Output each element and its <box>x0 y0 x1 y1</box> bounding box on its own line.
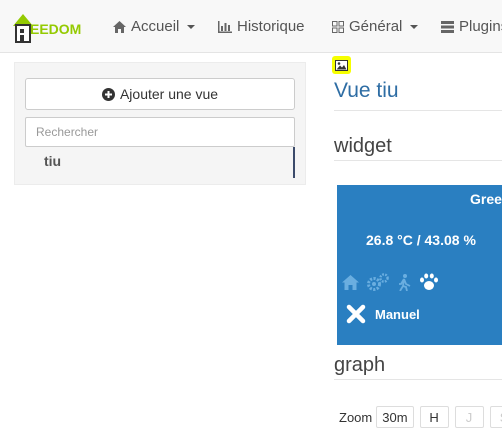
picture-icon[interactable] <box>332 56 351 74</box>
zoom-label: Zoom <box>339 409 373 425</box>
widget-card[interactable]: Gree 26.8 °C / 43.08 % Manuel <box>337 185 502 345</box>
home-icon[interactable] <box>342 274 359 290</box>
divider <box>334 160 502 161</box>
mode-icons <box>342 273 439 291</box>
zoom-day-button[interactable]: J <box>454 406 484 428</box>
view-list-item[interactable]: tiu <box>44 153 61 169</box>
views-sidebar: Ajouter une vue tiu <box>14 62 306 185</box>
bar-chart-icon <box>218 20 232 33</box>
plus-circle-icon <box>101 87 115 101</box>
widget-name: Gree <box>470 191 502 207</box>
grid-icon <box>332 20 344 33</box>
views-list: tiu <box>25 147 295 178</box>
add-view-button[interactable]: Ajouter une vue <box>25 78 295 110</box>
section-title-graph: graph <box>334 354 386 376</box>
search-input[interactable] <box>25 117 295 147</box>
home-icon <box>113 20 126 33</box>
jeedom-logo[interactable]: EEDOM <box>11 10 86 46</box>
widget-value: 26.8 °C / 43.08 % <box>366 232 476 248</box>
walking-person-icon[interactable] <box>397 273 412 291</box>
nav-general-label: Général <box>349 18 403 35</box>
close-icon[interactable] <box>346 304 366 324</box>
section-title-widget: widget <box>334 135 392 157</box>
divider <box>334 379 502 380</box>
nav-accueil[interactable]: Accueil <box>113 18 196 35</box>
zoom-bar: Zoom 30m H J S <box>339 406 502 428</box>
nav-general[interactable]: Général <box>332 18 419 35</box>
paw-icon[interactable] <box>419 273 439 291</box>
add-view-label: Ajouter une vue <box>119 86 219 102</box>
mode-label: Manuel <box>375 306 420 322</box>
nav-plugins-label: Plugins <box>459 18 502 35</box>
zoom-hour-button[interactable]: H <box>419 406 449 428</box>
divider <box>334 110 502 111</box>
zoom-30m-button[interactable]: 30m <box>376 406 414 428</box>
nav-historique[interactable]: Historique <box>218 18 305 35</box>
zoom-week-button[interactable]: S <box>489 406 502 428</box>
cogs-icon[interactable] <box>366 273 390 291</box>
list-icon <box>441 20 454 33</box>
logo-text: EEDOM <box>30 21 82 37</box>
page-title: Vue tiu <box>334 79 399 102</box>
mode-status: Manuel <box>346 304 420 324</box>
nav-historique-label: Historique <box>237 18 305 35</box>
chevron-down-icon <box>187 24 196 29</box>
nav-accueil-label: Accueil <box>131 18 180 35</box>
chevron-down-icon <box>410 24 419 29</box>
nav-plugins[interactable]: Plugins <box>441 18 502 35</box>
top-navbar: EEDOM Accueil Historique Général Plugins <box>0 0 502 53</box>
